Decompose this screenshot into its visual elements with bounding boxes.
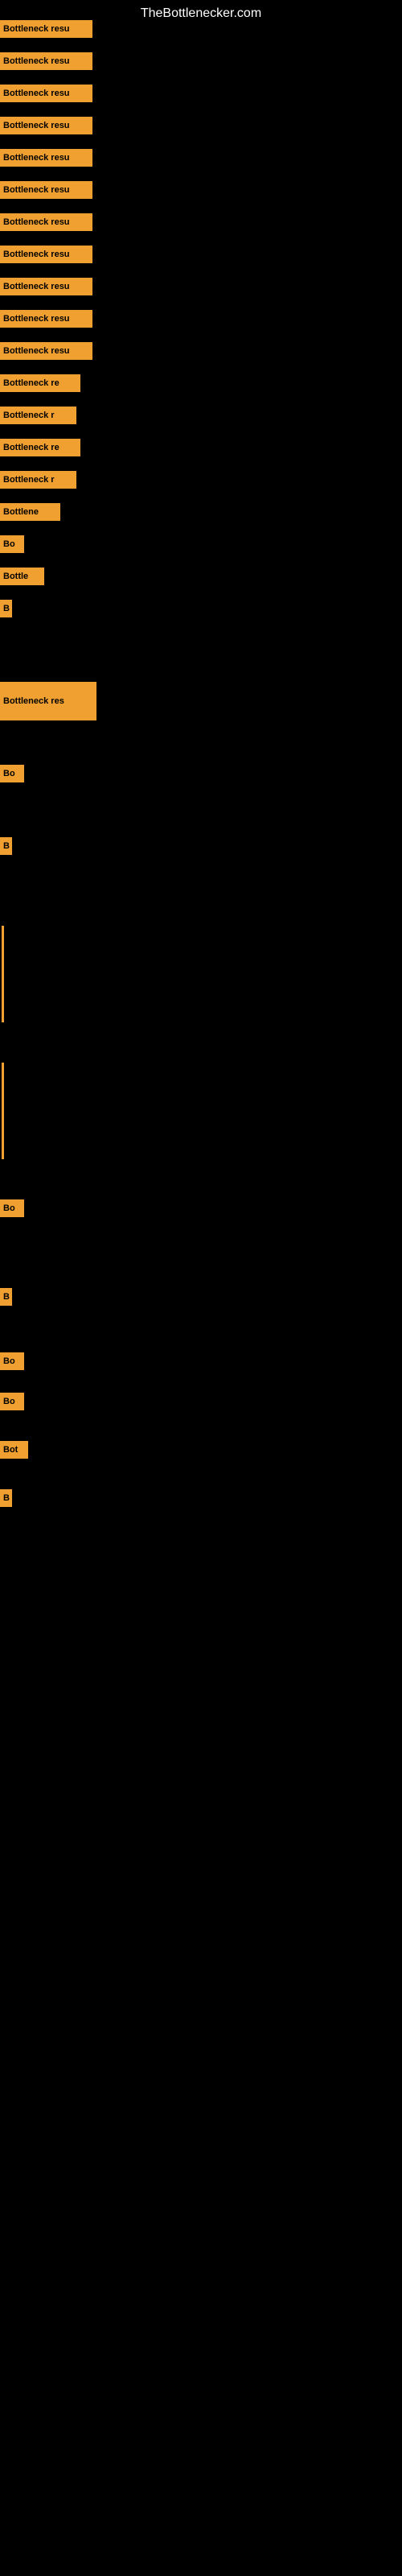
bar-item-2: Bottleneck resu — [0, 85, 92, 102]
bar-label-26: Bo — [0, 1352, 24, 1370]
bar-item-14: Bottleneck r — [0, 471, 76, 489]
bar-item-18: B — [0, 600, 12, 617]
bar-label-10: Bottleneck resu — [0, 342, 92, 360]
bar-label-9: Bottleneck resu — [0, 310, 92, 328]
bar-label-20: Bo — [0, 765, 24, 782]
bar-label-4: Bottleneck resu — [0, 149, 92, 167]
bar-item-13: Bottleneck re — [0, 439, 80, 456]
bar-item-17: Bottle — [0, 568, 44, 585]
bar-label-15: Bottlene — [0, 503, 60, 521]
bar-item-24: Bo — [0, 1199, 24, 1217]
vertical-bar-23 — [2, 1063, 4, 1159]
bar-label-25: B — [0, 1288, 12, 1306]
vertical-bar-22 — [2, 926, 4, 1022]
bar-label-5: Bottleneck resu — [0, 181, 92, 199]
bar-item-16: Bo — [0, 535, 24, 553]
bar-label-11: Bottleneck re — [0, 374, 80, 392]
bar-item-0: Bottleneck resu — [0, 20, 92, 38]
bar-item-29: B — [0, 1489, 12, 1507]
bar-label-7: Bottleneck resu — [0, 246, 92, 263]
bar-label-14: Bottleneck r — [0, 471, 76, 489]
bar-label-12: Bottleneck r — [0, 407, 76, 424]
bar-item-15: Bottlene — [0, 503, 60, 521]
bar-item-8: Bottleneck resu — [0, 278, 92, 295]
bar-label-19: Bottleneck res — [0, 682, 96, 720]
bar-item-11: Bottleneck re — [0, 374, 80, 392]
bar-item-20: Bo — [0, 765, 24, 782]
bar-label-1: Bottleneck resu — [0, 52, 92, 70]
bar-item-5: Bottleneck resu — [0, 181, 92, 199]
bar-item-3: Bottleneck resu — [0, 117, 92, 134]
bar-label-3: Bottleneck resu — [0, 117, 92, 134]
bar-label-24: Bo — [0, 1199, 24, 1217]
bar-item-21: B — [0, 837, 12, 855]
bar-label-0: Bottleneck resu — [0, 20, 92, 38]
bar-label-6: Bottleneck resu — [0, 213, 92, 231]
bar-label-18: B — [0, 600, 12, 617]
bar-item-1: Bottleneck resu — [0, 52, 92, 70]
bar-item-12: Bottleneck r — [0, 407, 76, 424]
bar-label-27: Bo — [0, 1393, 24, 1410]
bar-label-28: Bot — [0, 1441, 28, 1459]
bar-label-16: Bo — [0, 535, 24, 553]
bar-item-10: Bottleneck resu — [0, 342, 92, 360]
bar-item-4: Bottleneck resu — [0, 149, 92, 167]
bar-item-6: Bottleneck resu — [0, 213, 92, 231]
bar-label-21: B — [0, 837, 12, 855]
bar-item-28: Bot — [0, 1441, 28, 1459]
bar-label-13: Bottleneck re — [0, 439, 80, 456]
bar-item-26: Bo — [0, 1352, 24, 1370]
bar-item-19: Bottleneck res — [0, 682, 96, 720]
bar-label-8: Bottleneck resu — [0, 278, 92, 295]
bar-label-17: Bottle — [0, 568, 44, 585]
bar-label-29: B — [0, 1489, 12, 1507]
bar-item-25: B — [0, 1288, 12, 1306]
bar-label-2: Bottleneck resu — [0, 85, 92, 102]
bar-item-7: Bottleneck resu — [0, 246, 92, 263]
bar-item-9: Bottleneck resu — [0, 310, 92, 328]
bar-item-27: Bo — [0, 1393, 24, 1410]
